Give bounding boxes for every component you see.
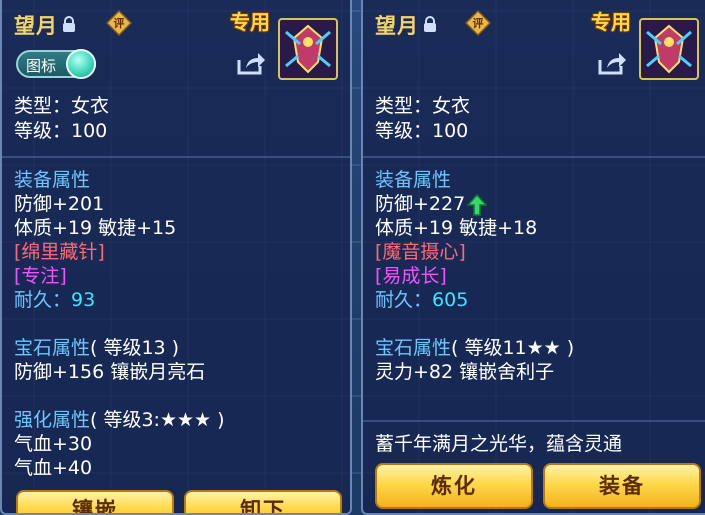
icon-toggle-label: 图标 (26, 57, 57, 75)
base-stats: 体质+19 敏捷+18 (375, 217, 538, 239)
svg-text:评: 评 (473, 17, 484, 30)
equip-attr-title: 装备属性 (375, 169, 452, 191)
exclusive-label: 专用 (230, 10, 270, 34)
share-icon[interactable] (597, 50, 627, 76)
rating-badge-icon[interactable]: 评 (465, 10, 491, 36)
defense-stat: 防御+227 (375, 193, 466, 215)
item-level: 等级：100 (14, 120, 108, 142)
divider (363, 156, 705, 158)
share-icon[interactable] (236, 50, 266, 76)
svg-text:评: 评 (114, 17, 125, 30)
item-tooltip-current: 望月 评 专用 图标 类型：女衣 等级：100 装备属性 防御+201 体质+1… (0, 0, 352, 515)
enhance-attr-header: 强化属性( 等级3:★★★ ) (14, 408, 225, 432)
gem-attr-line: 灵力+82 镶嵌舍利子 (375, 361, 555, 383)
character-portrait-icon (639, 18, 699, 80)
unequip-button[interactable]: 卸下 (184, 490, 342, 513)
durability-value: 605 (432, 289, 469, 311)
enhance-attr-title: 强化属性 (14, 409, 91, 431)
special-skill: [专注] (14, 265, 67, 287)
base-stats: 体质+19 敏捷+15 (14, 217, 177, 239)
item-type: 类型：女衣 (375, 95, 471, 117)
toggle-knob[interactable] (66, 49, 96, 79)
durability-label: 耐久： (375, 289, 433, 311)
special-effect: [魔音摄心] (375, 241, 466, 263)
icon-toggle[interactable]: 图标 (16, 49, 96, 79)
rating-badge-icon[interactable]: 评 (106, 10, 132, 36)
green-up-arrow-icon (466, 193, 488, 216)
durability-label: 耐久： (14, 289, 72, 311)
durability-value: 93 (71, 289, 96, 311)
equip-button[interactable]: 装备 (543, 463, 701, 509)
durability: 耐久：605 (375, 288, 468, 312)
refine-button[interactable]: 炼化 (375, 463, 533, 509)
enhance-line-1: 气血+30 (14, 433, 93, 455)
gem-level: ( 等级11★★ ) (451, 337, 575, 359)
defense-stat-row: 防御+227 (375, 192, 488, 216)
lock-icon (423, 16, 437, 32)
divider (363, 420, 705, 422)
special-effect: [绵里藏针] (14, 241, 105, 263)
gem-attr-title: 宝石属性 (375, 337, 452, 359)
item-level: 等级：100 (375, 120, 469, 142)
item-name: 望月 (375, 14, 419, 38)
item-type: 类型：女衣 (14, 95, 110, 117)
enhance-level: ( 等级3:★★★ ) (90, 409, 225, 431)
gem-level: ( 等级13 ) (90, 337, 180, 359)
special-skill: [易成长] (375, 265, 447, 287)
divider (2, 156, 350, 158)
enhance-line-2: 气血+40 (14, 457, 93, 479)
item-description: 蓄千年满月之光华，蕴含灵通 (375, 433, 623, 455)
lock-icon (62, 16, 76, 32)
defense-stat: 防御+201 (14, 193, 105, 215)
item-name: 望月 (14, 14, 58, 38)
gem-attr-header: 宝石属性( 等级13 ) (14, 336, 179, 360)
item-tooltip-new: 望月 评 专用 类型：女衣 等级：100 装备属性 防御+227 体质+19 敏… (361, 0, 705, 515)
gem-attr-title: 宝石属性 (14, 337, 91, 359)
character-portrait-icon (278, 18, 338, 80)
durability: 耐久：93 (14, 288, 95, 312)
equip-attr-title: 装备属性 (14, 169, 91, 191)
gem-attr-line: 防御+156 镶嵌月亮石 (14, 361, 206, 383)
exclusive-label: 专用 (591, 10, 631, 34)
gem-attr-header: 宝石属性( 等级11★★ ) (375, 336, 574, 360)
inlay-button[interactable]: 镶嵌 (16, 490, 174, 513)
